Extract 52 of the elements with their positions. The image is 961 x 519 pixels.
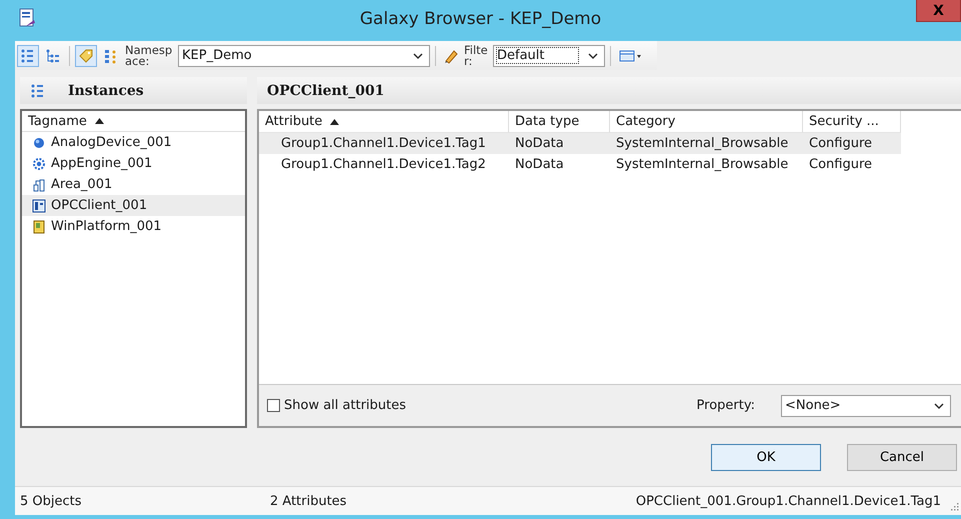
list-icon <box>20 48 36 64</box>
table-cell-text: Configure <box>808 135 874 153</box>
namespace-dropdown[interactable]: KEP_Demo <box>178 44 430 66</box>
resize-grip-icon <box>951 503 959 511</box>
chevron-icon <box>413 52 423 60</box>
ball-icon <box>32 136 46 150</box>
status-text: OPCClient_001.Group1.Channel1.Device1.Tag1 <box>636 494 941 508</box>
window-title: Galaxy Browser - KEP_Demo <box>360 9 602 29</box>
pencil-icon <box>443 48 459 64</box>
instance-item[interactable]: OPCClient_001 <box>22 195 245 216</box>
column-header[interactable]: Tagname <box>22 111 245 132</box>
table-cell-text: Group1.Channel1.Device1.Tag2 <box>280 156 487 174</box>
instance-item[interactable]: AppEngine_001 <box>22 153 245 174</box>
sort-arrow-icon <box>330 118 340 124</box>
chevron-icon <box>588 52 598 60</box>
status-text: 5 Objects <box>20 494 83 508</box>
sort-arrow-icon <box>94 118 104 124</box>
table-cell-text: NoData <box>514 156 565 174</box>
layout-icon <box>619 48 642 62</box>
table-cell-text: NoData <box>514 135 565 153</box>
tree-icon <box>45 48 61 64</box>
instance-item[interactable]: WinPlatform_001 <box>22 216 245 237</box>
status-text: 2 Attributes <box>270 494 348 508</box>
close-button[interactable]: X <box>916 0 961 22</box>
instance-item[interactable]: Area_001 <box>22 174 245 195</box>
panel-title: Instances <box>68 82 144 98</box>
chevron-icon <box>934 402 944 410</box>
cabinet-icon <box>32 220 46 234</box>
property-label: Property: <box>696 398 755 413</box>
panel-title: OPCClient_001 <box>267 82 384 98</box>
instance-item[interactable]: AnalogDevice_001 <box>22 132 245 153</box>
namespace-label: Namespace: <box>125 44 174 66</box>
table-cell-text: Configure <box>808 156 874 174</box>
list-view-button[interactable] <box>17 44 39 66</box>
table-cell-text: Group1.Channel1.Device1.Tag1 <box>280 135 487 153</box>
property-dropdown[interactable]: <None> <box>781 394 951 416</box>
filter-label: Filter: <box>464 44 489 66</box>
cancel-button[interactable]: Cancel <box>847 444 957 470</box>
list-icon <box>30 82 46 98</box>
tag-button[interactable] <box>75 44 97 66</box>
table-cell-text: SystemInternal_Browsable <box>615 135 790 153</box>
ok-button[interactable]: OK <box>711 444 821 470</box>
selected-row[interactable]: Group1.Channel1.Device1.Tag1 NoData SystemInternal_Browsable Configure <box>259 133 901 154</box>
gear-icon <box>32 156 46 170</box>
table-row[interactable]: Group1.Channel1.Device1.Tag2 NoData SystemInternal_Browsable Configure <box>259 154 961 175</box>
area-icon <box>32 178 46 192</box>
table-cell-text: SystemInternal_Browsable <box>615 156 790 174</box>
filter-dropdown[interactable]: Default <box>493 44 605 66</box>
panel-icon <box>32 198 46 212</box>
show-all-checkbox[interactable]: Show all attributes <box>267 398 697 413</box>
tag-icon <box>78 48 94 64</box>
document-icon <box>17 8 37 28</box>
